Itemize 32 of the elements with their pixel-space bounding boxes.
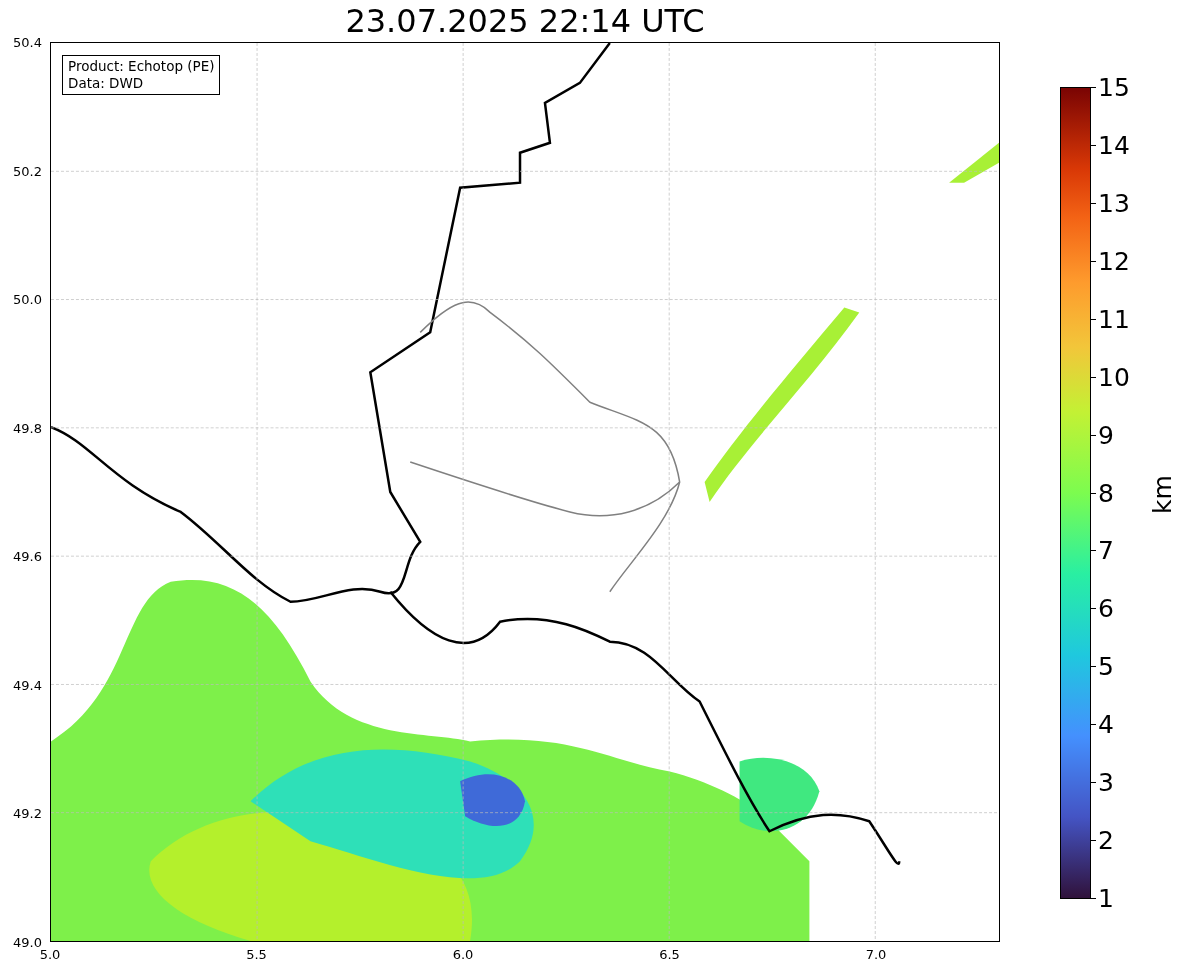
x-axis-label: 5.5	[246, 947, 267, 962]
colorbar-tick-label: 3	[1098, 769, 1114, 795]
colorbar-tick-label: 14	[1098, 132, 1130, 158]
y-axis-label: 50.4	[12, 34, 42, 50]
colorbar-tick-label: 6	[1098, 595, 1114, 621]
colorbar-tick-label: 9	[1098, 422, 1114, 448]
colorbar-label: km	[1149, 475, 1175, 514]
x-axis-label: 5.0	[39, 947, 61, 962]
x-axis-label: 7.0	[865, 947, 887, 962]
colorbar-tick-label: 12	[1098, 248, 1130, 274]
colorbar-tick-label: 13	[1098, 190, 1130, 216]
colorbar-tick-label: 4	[1098, 711, 1114, 737]
colorbar-tick-label: 1	[1098, 885, 1114, 911]
colorbar-tick-label: 2	[1098, 827, 1114, 853]
colorbar-tick-label: 10	[1098, 364, 1130, 390]
y-axis-label: 50.0	[12, 291, 42, 307]
y-axis-label: 49.2	[12, 805, 42, 821]
colorbar-tick-label: 7	[1098, 537, 1114, 563]
legend-text: Data: DWD	[68, 75, 145, 92]
y-axis-label: 49.4	[12, 677, 42, 693]
y-axis-label: 49.0	[12, 934, 42, 950]
x-axis-label: 6.5	[659, 947, 680, 962]
x-axis-label: 6.0	[452, 947, 474, 962]
colorbar-tick-label: 8	[1098, 480, 1114, 505]
colorbar-tick-label: 5	[1098, 653, 1114, 679]
y-axis-label: 50.2	[12, 163, 42, 179]
colorbar-tick-label: 11	[1098, 306, 1130, 332]
chart-title: 23.07.2025 22:14 UTC	[344, 2, 706, 40]
colorbar-tick-label: 15	[1098, 74, 1130, 100]
legend-text: Product: Echotop (PE)	[68, 58, 215, 75]
y-axis-label: 49.6	[12, 548, 42, 564]
y-axis-label: 49.8	[12, 420, 42, 436]
